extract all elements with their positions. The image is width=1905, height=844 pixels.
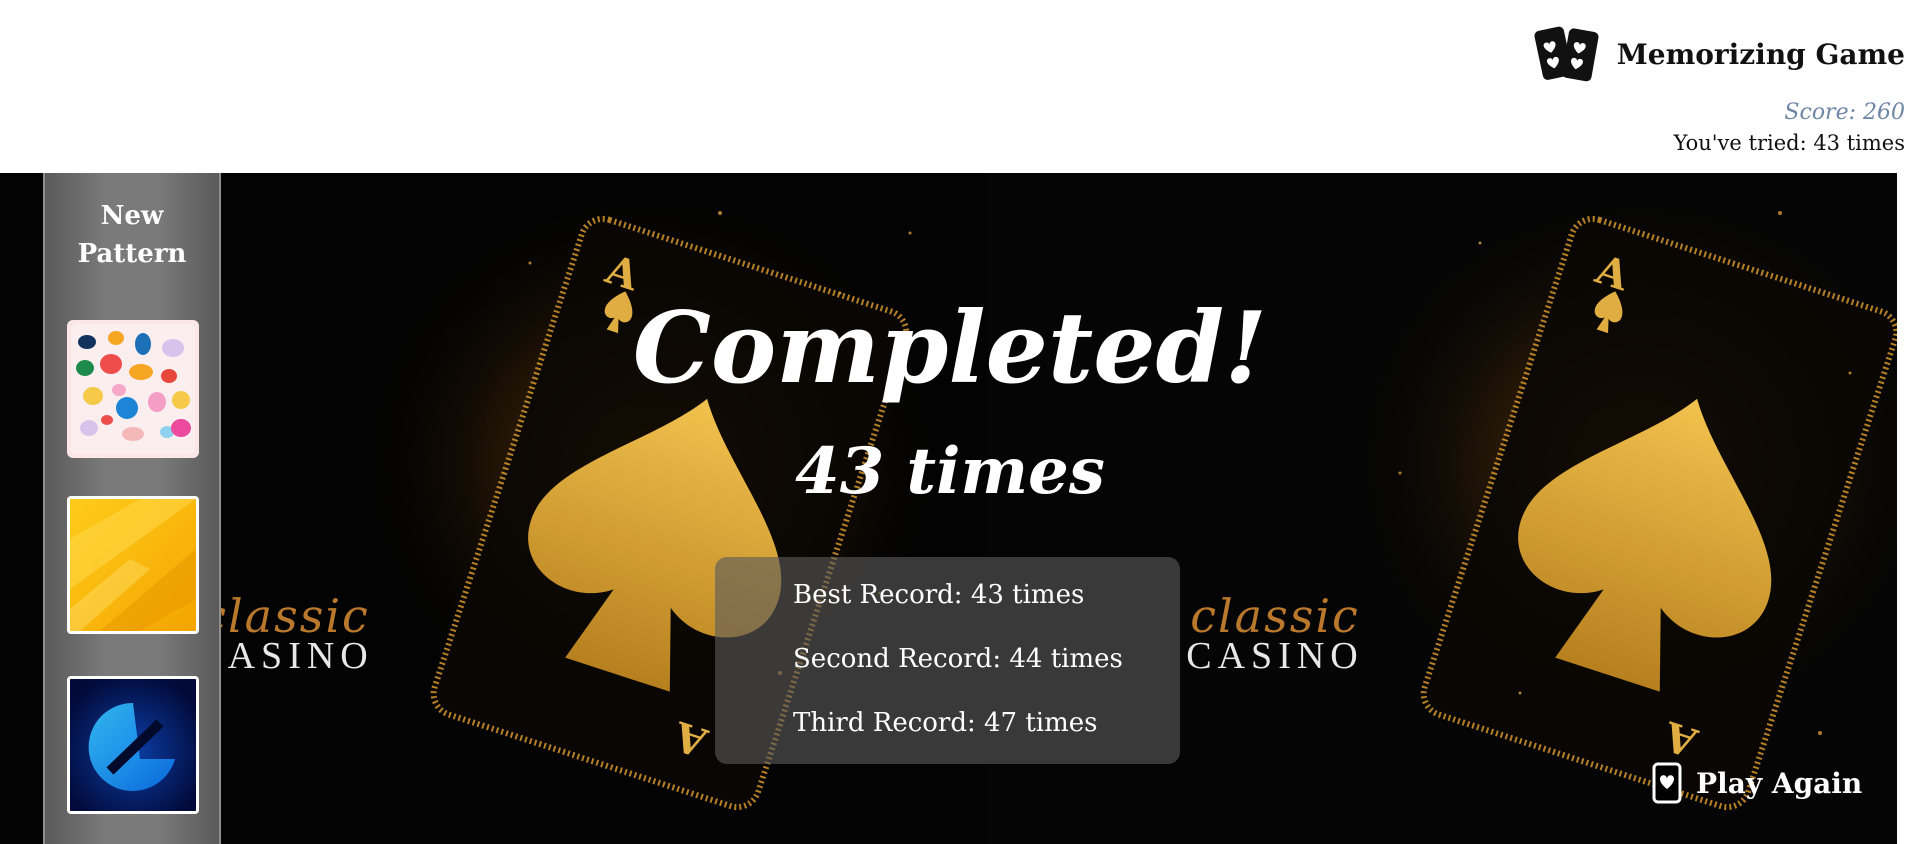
playing-cards-icon xyxy=(1534,26,1599,82)
play-again-button[interactable]: Play Again xyxy=(1652,762,1862,804)
yellow-gradient-pattern[interactable] xyxy=(67,496,199,634)
app-title: Memorizing Game xyxy=(1616,37,1905,71)
attempts-count: 43 times xyxy=(795,434,1105,509)
completed-heading: Completed! xyxy=(632,291,1268,406)
pastel-blobs-pattern[interactable] xyxy=(67,320,199,458)
blue-abstract-pattern[interactable] xyxy=(67,676,199,814)
app-header: Memorizing Game Score: 260 You've tried:… xyxy=(0,0,1905,173)
best-record: Best Record: 43 times xyxy=(793,580,1085,610)
right-gutter xyxy=(1897,173,1905,844)
new-pattern-heading: New Pattern xyxy=(77,201,187,269)
tries-label: You've tried: 43 times xyxy=(1673,131,1905,155)
play-again-label: Play Again xyxy=(1696,766,1863,800)
blue-abstract-thumbnail xyxy=(70,679,196,811)
second-record: Second Record: 44 times xyxy=(793,644,1123,674)
yellow-gradient-thumbnail xyxy=(70,499,196,631)
pattern-sidebar: New Pattern xyxy=(43,173,221,844)
score-label: Score: 260 xyxy=(1784,100,1905,125)
third-record: Third Record: 47 times xyxy=(793,708,1098,738)
pastel-blobs-thumbnail xyxy=(71,324,195,454)
brand: Memorizing Game xyxy=(1533,20,1905,88)
records-panel: Best Record: 43 times Second Record: 44 … xyxy=(715,557,1180,764)
heart-card-icon xyxy=(1652,762,1682,804)
